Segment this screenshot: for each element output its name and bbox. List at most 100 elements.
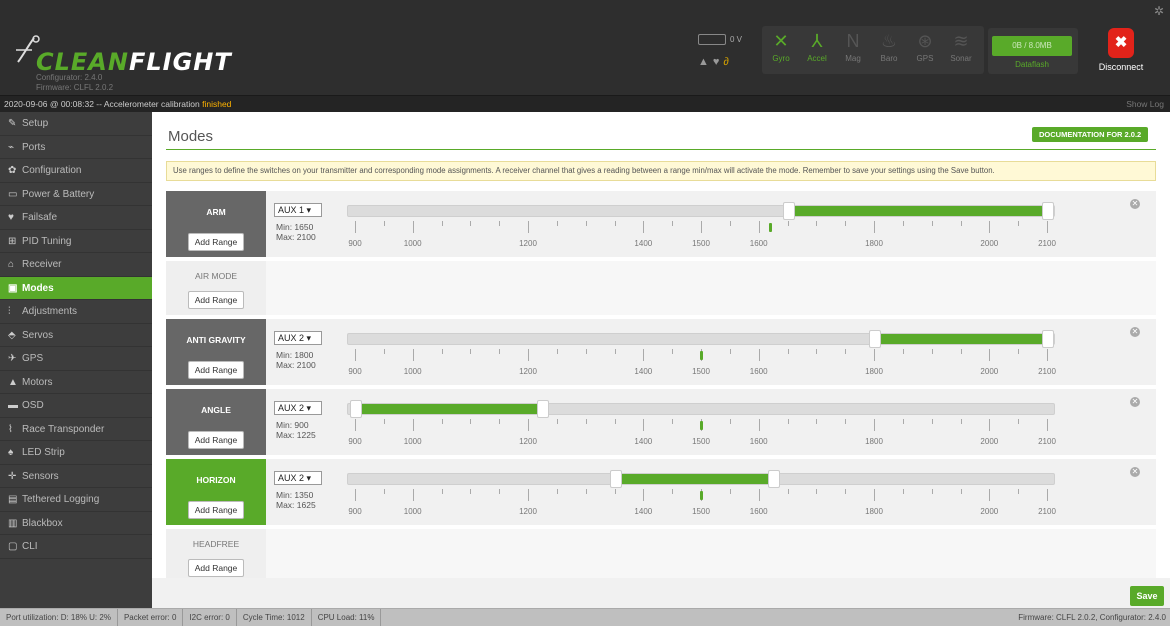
battery-indicator: 0 V ▲♥∂	[690, 30, 750, 74]
documentation-button[interactable]: DOCUMENTATION FOR 2.0.2	[1032, 127, 1149, 142]
sensor-mag: N Mag	[840, 28, 866, 76]
logo: CLEANFLIGHT Configurator: 2.4.0 Firmware…	[8, 16, 231, 92]
sidebar-item-failsafe[interactable]: ♥ Failsafe	[0, 206, 152, 230]
range-fill	[356, 404, 544, 414]
show-log-link[interactable]: Show Log	[1126, 96, 1164, 112]
range-min-handle[interactable]	[782, 202, 795, 220]
disconnect-button[interactable]: ✖ Disconnect	[1092, 22, 1150, 86]
gyro-icon: ✕	[773, 31, 789, 51]
scale-tick	[787, 419, 789, 424]
log-highlight: finished	[202, 99, 232, 109]
range-min: Min: 900	[276, 420, 309, 430]
sidebar-item-gps[interactable]: ✈ GPS	[0, 347, 152, 371]
receiver-icon: ⌂	[8, 259, 15, 270]
sidebar-item-blackbox[interactable]: ▥ Blackbox	[0, 512, 152, 535]
scale-tick	[528, 489, 529, 501]
sidebar-item-ports[interactable]: ⌁ Ports	[0, 136, 152, 159]
range-max-handle[interactable]	[768, 470, 781, 488]
add-range-button[interactable]: Add Range	[188, 559, 244, 577]
scale-tick	[931, 221, 933, 226]
range-scale: 900 1000 1200 1400 1500 1600 1800 2000 2100	[347, 349, 1056, 379]
sidebar-item-power-battery[interactable]: ▭ Power & Battery	[0, 183, 152, 206]
scale-label: 2100	[1038, 437, 1056, 446]
sensor-icon: ✛	[8, 470, 17, 482]
range-min: Min: 1650	[276, 222, 314, 232]
scale-label: 900	[348, 367, 362, 376]
mode-name: HORIZON	[196, 475, 236, 485]
scale-tick	[758, 221, 760, 233]
scale-tick	[383, 349, 385, 354]
sidebar-item-pid-tuning[interactable]: ⊞ PID Tuning	[0, 230, 152, 253]
range-slider[interactable]	[347, 330, 1055, 348]
sidebar-item-modes[interactable]: ▣ Modes	[0, 276, 152, 300]
remove-range-icon[interactable]: ✕	[1130, 327, 1140, 337]
battery-icon: ▭	[8, 188, 18, 200]
range-min-handle[interactable]	[350, 400, 362, 418]
aux-channel-select[interactable]: AUX 1 ▾	[274, 203, 322, 217]
scale-tick	[816, 349, 818, 354]
scale-tick	[1018, 221, 1020, 226]
sidebar-item-led-strip[interactable]: ♠ LED Strip	[0, 441, 152, 465]
remove-range-icon[interactable]: ✕	[1130, 467, 1140, 477]
add-range-button[interactable]: Add Range	[188, 291, 244, 309]
sidebar-item-motors[interactable]: ▲ Motors	[0, 371, 152, 394]
sidebar-item-receiver[interactable]: ⌂ Receiver	[0, 253, 152, 277]
settings-gear-icon[interactable]: ✲	[1154, 4, 1164, 18]
mode-name-cell: ANGLE Add Range	[166, 389, 266, 455]
remove-range-icon[interactable]: ✕	[1130, 199, 1140, 209]
scale-label: 2100	[1038, 239, 1056, 248]
sidebar-item-configuration[interactable]: ✿ Configuration	[0, 159, 152, 183]
save-button[interactable]: Save	[1130, 586, 1164, 606]
sidebar-item-cli[interactable]: ▢ CLI	[0, 535, 152, 559]
sidebar-item-adjustments[interactable]: ⫶ Adjustments	[0, 300, 152, 324]
scale-tick	[412, 221, 414, 233]
sidebar-item-osd[interactable]: ▬ OSD	[0, 394, 152, 418]
scale-tick	[528, 349, 529, 361]
add-range-button[interactable]: Add Range	[188, 361, 244, 379]
sensor-accel: ⅄ Accel	[804, 28, 830, 76]
range-fill	[788, 206, 1048, 216]
battery-voltage: 0 V	[730, 35, 743, 44]
scale-tick	[585, 349, 587, 354]
range-max-handle[interactable]	[1042, 202, 1054, 220]
sidebar-item-label: Ports	[22, 141, 46, 153]
scale-tick	[729, 419, 731, 424]
scale-tick	[729, 349, 731, 354]
aux-channel-select[interactable]: AUX 2 ▾	[274, 401, 322, 415]
range-slider[interactable]	[347, 202, 1055, 220]
scale-label: 2000	[980, 437, 999, 446]
configurator-version: Configurator: 2.4.0	[36, 73, 103, 82]
aux-channel-select[interactable]: AUX 2 ▾	[274, 471, 322, 485]
scale-tick	[614, 489, 616, 494]
sidebar-item-label: Modes	[22, 282, 54, 294]
range-scale: 900 1000 1200 1400 1500 1600 1800 2000 2100	[347, 489, 1056, 519]
add-range-button[interactable]: Add Range	[188, 233, 244, 251]
firmware-status: Firmware: CLFL 2.0.2, Configurator: 2.4.…	[1018, 613, 1166, 622]
scale-tick	[499, 489, 501, 494]
remove-range-icon[interactable]: ✕	[1130, 397, 1140, 407]
channel-value-marker	[769, 223, 773, 232]
add-range-button[interactable]: Add Range	[188, 431, 244, 449]
range-slider[interactable]	[347, 470, 1055, 488]
sidebar-item-setup[interactable]: ✎ Setup	[0, 112, 152, 136]
mode-name-cell: HEADFREE Add Range	[166, 529, 266, 579]
scale-tick	[643, 419, 645, 431]
status-bar: Port utilization: D: 18% U: 2% Packet err…	[0, 608, 1170, 626]
scale-tick	[701, 221, 702, 233]
mode-name-cell: HORIZON Add Range	[166, 459, 266, 525]
range-max-handle[interactable]	[537, 400, 550, 418]
range-min-handle[interactable]	[609, 470, 622, 488]
range-slider[interactable]	[347, 400, 1055, 418]
sidebar-item-servos[interactable]: ⬘ Servos	[0, 324, 152, 347]
aux-channel-select[interactable]: AUX 2 ▾	[274, 331, 322, 345]
scale-tick	[729, 221, 731, 226]
channel-value-marker	[700, 491, 703, 500]
sidebar-item-sensors[interactable]: ✛ Sensors	[0, 465, 152, 488]
range-min-handle[interactable]	[869, 330, 881, 348]
range-max-handle[interactable]	[1042, 330, 1054, 348]
scale-tick	[816, 489, 818, 494]
add-range-button[interactable]: Add Range	[188, 501, 244, 519]
sidebar-item-tethered-logging[interactable]: ▤ Tethered Logging	[0, 488, 152, 512]
sidebar-item-race-transponder[interactable]: ⌇ Race Transponder	[0, 418, 152, 441]
scale-tick	[787, 489, 789, 494]
